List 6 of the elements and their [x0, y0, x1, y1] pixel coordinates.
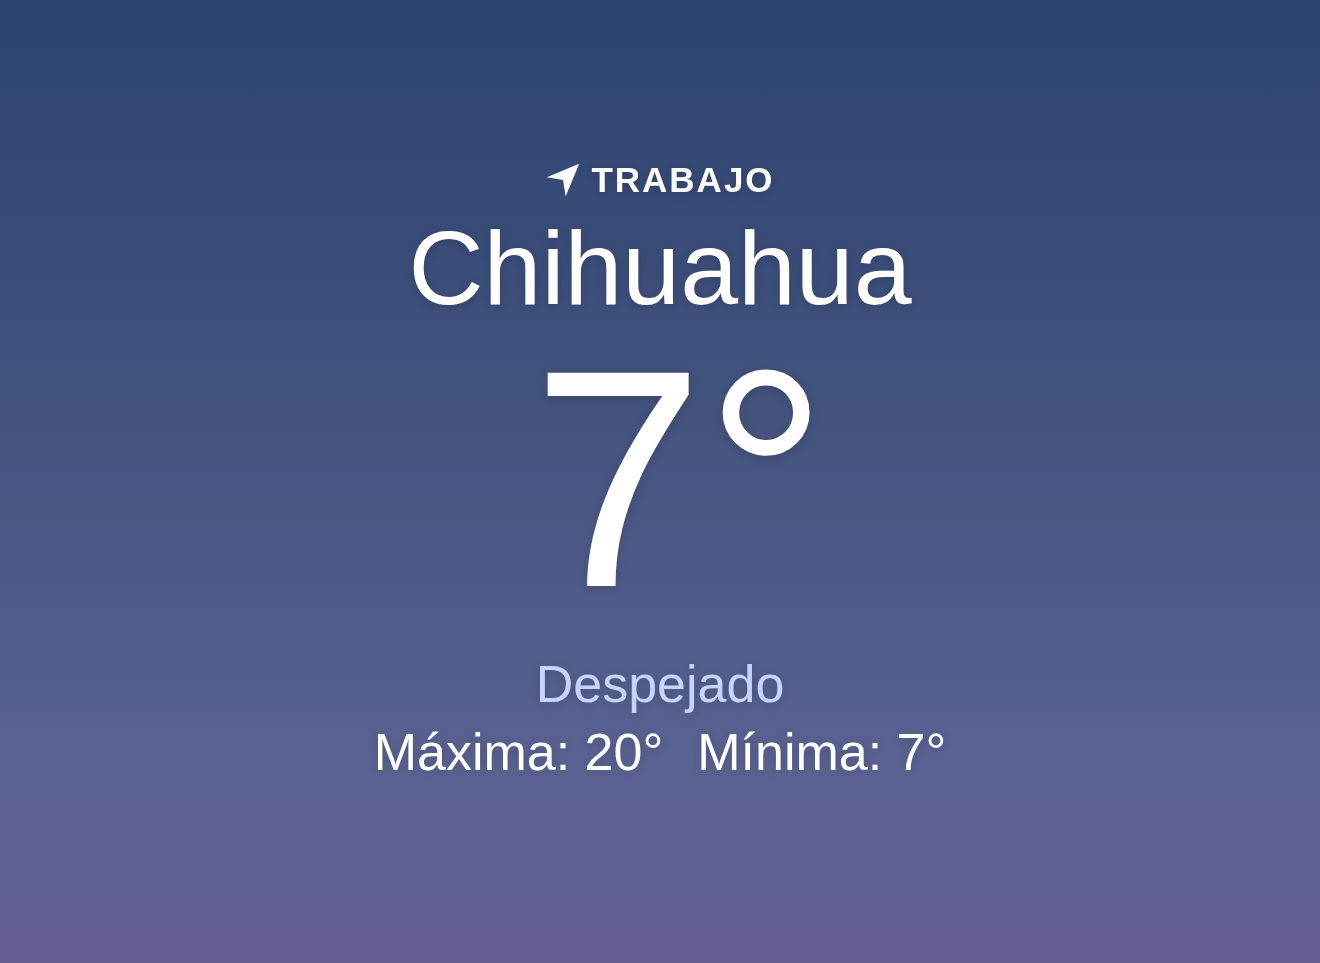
city-name: Chihuahua — [408, 216, 912, 320]
location-arrow-icon — [545, 162, 582, 198]
location-label: TRABAJO — [591, 160, 775, 200]
low-temperature: Mínima: 7° — [697, 726, 947, 778]
current-temperature: 7° — [530, 324, 829, 634]
high-temperature: Máxima: 20° — [373, 726, 664, 778]
